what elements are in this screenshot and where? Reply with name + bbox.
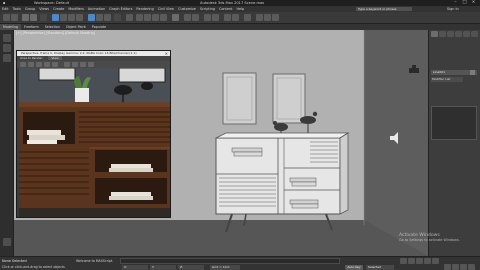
layer-icon[interactable]	[3, 54, 11, 62]
reference-coord-dropdown[interactable]	[114, 14, 121, 21]
pivot-icon[interactable]	[126, 14, 133, 21]
auto-key-button[interactable]: Auto Key	[345, 265, 363, 270]
modify-tab-icon[interactable]	[439, 31, 446, 37]
red-channel-icon[interactable]	[64, 62, 70, 67]
selection-filter-dropdown[interactable]	[40, 14, 47, 21]
named-selection-sets-icon[interactable]	[172, 14, 179, 21]
go-to-start-icon[interactable]	[400, 258, 407, 264]
redo-icon[interactable]	[11, 14, 18, 21]
scene-explorer-toggle-icon[interactable]	[3, 44, 11, 52]
undo-icon[interactable]	[3, 14, 10, 21]
window-crossing-icon[interactable]	[76, 14, 83, 21]
time-slider[interactable]	[120, 258, 340, 264]
select-by-name-icon[interactable]	[60, 14, 67, 21]
area-to-render-label: Area to Render:	[20, 56, 44, 60]
mirror-icon[interactable]	[184, 14, 191, 21]
render-setup-icon[interactable]	[256, 14, 263, 21]
align-icon[interactable]	[192, 14, 199, 21]
scale-icon[interactable]	[104, 14, 111, 21]
x-coord-field[interactable]: X:	[122, 265, 148, 270]
left-toolbar	[0, 30, 14, 256]
copy-image-icon[interactable]	[28, 62, 34, 67]
rendered-frame-window-icon[interactable]	[264, 14, 271, 21]
angle-snap-icon[interactable]	[144, 14, 151, 21]
y-coord-field[interactable]: Y:	[150, 265, 176, 270]
rendered-image-canvas	[19, 68, 170, 217]
picture-frame-left	[222, 72, 257, 125]
schematic-view-icon[interactable]	[232, 14, 239, 21]
curve-editor-icon[interactable]	[224, 14, 231, 21]
create-tab-icon[interactable]	[431, 31, 438, 37]
go-to-end-icon[interactable]	[432, 258, 439, 264]
next-frame-icon[interactable]	[424, 258, 431, 264]
main-toolbar	[0, 12, 480, 24]
orbit-icon[interactable]	[468, 264, 475, 270]
select-object-icon[interactable]	[52, 14, 59, 21]
command-panel-tabs	[431, 31, 479, 37]
command-panel: Line001 Modifier List	[428, 30, 480, 256]
move-icon[interactable]	[88, 14, 95, 21]
utilities-tab-icon[interactable]	[471, 31, 478, 37]
rendered-image	[19, 68, 170, 217]
status-bar: None Selected Click or click-and-drag to…	[0, 256, 480, 270]
z-coord-field[interactable]: Z:	[178, 265, 204, 270]
previous-frame-icon[interactable]	[408, 258, 415, 264]
clone-window-icon[interactable]	[36, 62, 42, 67]
key-filter-dropdown[interactable]: Selected	[366, 265, 394, 270]
prompt-line: Click or click-and-drag to select object…	[2, 265, 65, 269]
unlink-icon[interactable]	[30, 14, 37, 21]
maxscript-listener[interactable]: Welcome to MAXScript.	[76, 259, 113, 263]
modifier-list-dropdown[interactable]: Modifier List	[431, 77, 463, 82]
display-tab-icon[interactable]	[463, 31, 470, 37]
picture-frame-right	[272, 73, 306, 124]
zoom-all-icon[interactable]	[452, 264, 459, 270]
clear-icon[interactable]	[52, 62, 58, 67]
pan-view-icon[interactable]	[460, 264, 467, 270]
blue-channel-icon[interactable]	[80, 62, 86, 67]
object-color-swatch[interactable]	[470, 70, 475, 75]
snap-toggle-icon[interactable]	[136, 14, 143, 21]
material-editor-icon[interactable]	[244, 14, 251, 21]
rendered-frame-window[interactable]: Perspective, frame 0, Display Gamma: 2.2…	[16, 50, 171, 218]
viewport-layout-icon[interactable]	[3, 238, 11, 246]
layer-explorer-icon[interactable]	[212, 14, 219, 21]
search-input[interactable]: Type a keyword or phrase	[356, 7, 412, 11]
alpha-channel-icon[interactable]	[88, 62, 94, 67]
spinner-snap-icon[interactable]	[160, 14, 167, 21]
watermark-line-2: Go to Settings to activate Windows.	[399, 238, 460, 242]
zoom-icon[interactable]	[444, 264, 451, 270]
green-channel-icon[interactable]	[72, 62, 78, 67]
container-icon[interactable]	[3, 34, 11, 42]
render-production-icon[interactable]	[272, 14, 279, 21]
rectangle-selection-icon[interactable]	[68, 14, 75, 21]
selection-status: None Selected	[2, 259, 27, 263]
modifier-stack[interactable]	[431, 106, 477, 140]
windows-activation-watermark: Activate Windows Go to Settings to activ…	[399, 233, 460, 242]
rotate-icon[interactable]	[96, 14, 103, 21]
scene-explorer-icon[interactable]	[204, 14, 211, 21]
link-icon[interactable]	[22, 14, 29, 21]
grid-readout: Grid = 10.0	[210, 265, 240, 270]
play-icon[interactable]	[416, 258, 423, 264]
save-image-icon[interactable]	[20, 62, 26, 67]
hierarchy-tab-icon[interactable]	[447, 31, 454, 37]
area-to-render-dropdown[interactable]: View	[48, 56, 62, 60]
viewport-label[interactable]: [+] [Perspective] [Standard] [Default Sh…	[16, 31, 95, 35]
print-icon[interactable]	[44, 62, 50, 67]
render-window-toolbar	[17, 61, 170, 68]
percent-snap-icon[interactable]	[152, 14, 159, 21]
motion-tab-icon[interactable]	[455, 31, 462, 37]
